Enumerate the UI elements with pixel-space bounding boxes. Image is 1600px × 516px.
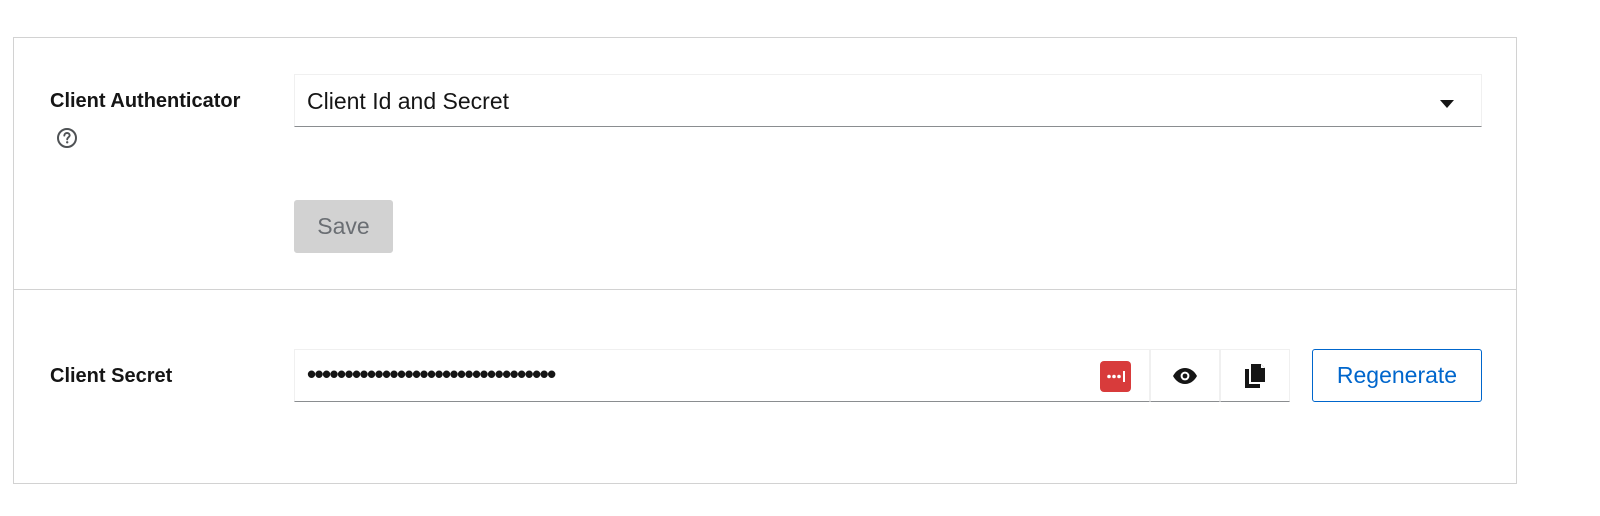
client-authenticator-label: Client Authenticator	[50, 90, 241, 112]
client-authenticator-selected-value: Client Id and Secret	[307, 88, 510, 114]
client-secret-label: Client Secret	[50, 365, 173, 387]
regenerate-button[interactable]: Regenerate	[1312, 349, 1482, 402]
client-secret-input[interactable]: •••••••••••••••••••••••••••••••••	[294, 349, 1150, 402]
show-secret-button[interactable]	[1150, 349, 1220, 402]
caret-down-icon	[1439, 96, 1455, 108]
copy-secret-button[interactable]	[1220, 349, 1290, 402]
password-manager-icon[interactable]	[1100, 361, 1131, 392]
eye-icon	[1173, 367, 1197, 384]
save-button[interactable]: Save	[294, 200, 393, 253]
section-divider	[14, 289, 1516, 290]
copy-icon	[1245, 363, 1265, 388]
question-circle-icon[interactable]	[56, 127, 78, 149]
client-authenticator-select[interactable]: Client Id and Secret	[294, 74, 1482, 127]
client-secret-masked-value: •••••••••••••••••••••••••••••••••	[307, 359, 556, 389]
credentials-card: Client Authenticator Client Id and Secre…	[13, 37, 1517, 484]
